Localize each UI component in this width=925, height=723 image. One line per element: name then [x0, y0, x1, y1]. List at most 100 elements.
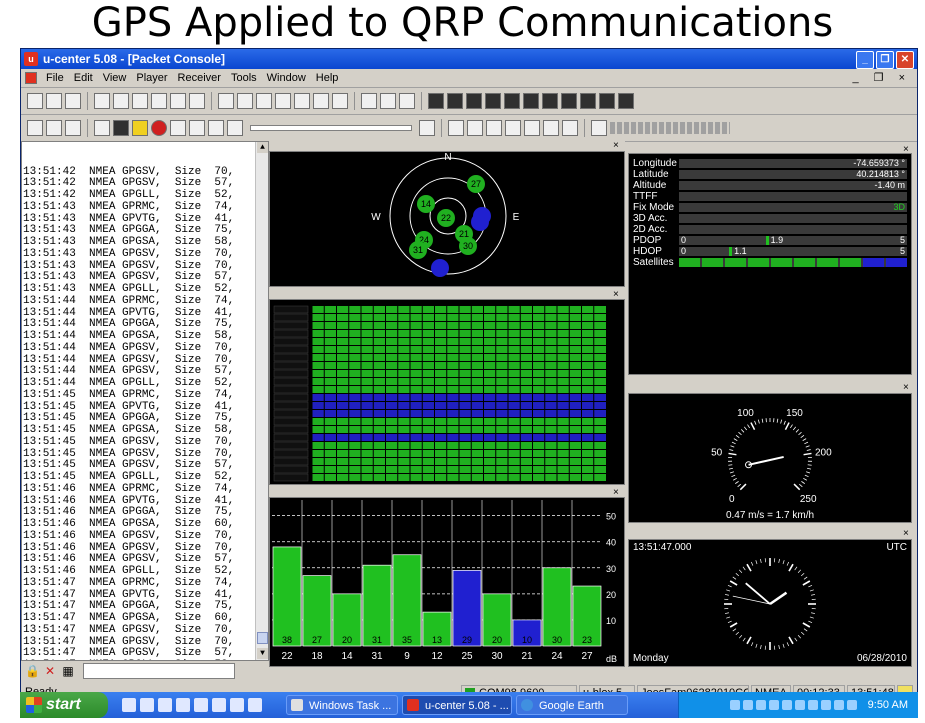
- reset-icon[interactable]: [505, 120, 521, 136]
- chart-icon[interactable]: [361, 93, 377, 109]
- document-icon[interactable]: [256, 93, 272, 109]
- playback-slider[interactable]: [250, 125, 412, 131]
- quicklaunch-icon[interactable]: [194, 698, 208, 712]
- histogram-icon[interactable]: [399, 93, 415, 109]
- document-icon[interactable]: [237, 93, 253, 109]
- menu-view[interactable]: View: [98, 69, 132, 87]
- rewind-icon[interactable]: [227, 120, 243, 136]
- scroll-up-icon[interactable]: ▲: [257, 142, 268, 153]
- start-button[interactable]: start: [20, 692, 108, 718]
- menu-help[interactable]: Help: [311, 69, 344, 87]
- stop-icon[interactable]: [113, 120, 129, 136]
- scroll-down-icon[interactable]: ▼: [257, 648, 268, 659]
- print-icon[interactable]: [94, 93, 110, 109]
- deviation-map-icon[interactable]: [466, 93, 482, 109]
- quicklaunch-icon[interactable]: [248, 698, 262, 712]
- menu-tools[interactable]: Tools: [226, 69, 262, 87]
- skyview-icon[interactable]: [447, 93, 463, 109]
- document-icon[interactable]: [218, 93, 234, 109]
- app-icon[interactable]: u: [24, 52, 38, 66]
- close-icon[interactable]: ×: [903, 529, 909, 539]
- minimize-button[interactable]: _: [856, 51, 874, 69]
- close-icon[interactable]: ×: [613, 141, 619, 151]
- restore-button[interactable]: ❐: [876, 51, 894, 69]
- console-scrollbar[interactable]: ▲ ▼: [255, 142, 268, 660]
- window-tile-icon[interactable]: [275, 93, 291, 109]
- window-titlebar[interactable]: u u-center 5.08 - [Packet Console] _ ❐ ✕: [21, 49, 917, 69]
- paste-icon[interactable]: [170, 93, 186, 109]
- save-icon[interactable]: [46, 93, 62, 109]
- quicklaunch-icon[interactable]: [230, 698, 244, 712]
- view-icon[interactable]: [332, 93, 348, 109]
- window-cascade-icon[interactable]: [294, 93, 310, 109]
- menu-edit[interactable]: Edit: [69, 69, 98, 87]
- scroll-thumb[interactable]: [257, 632, 268, 644]
- tray-icon[interactable]: [768, 700, 779, 710]
- filter-icon[interactable]: ▦: [61, 664, 75, 678]
- step-icon[interactable]: [170, 120, 186, 136]
- data-view-icon[interactable]: [618, 93, 634, 109]
- cold-start-icon[interactable]: [486, 120, 502, 136]
- print-preview-icon[interactable]: [113, 93, 129, 109]
- console-filter-input[interactable]: [83, 663, 235, 679]
- tray-icon[interactable]: [729, 700, 740, 710]
- quicklaunch-icon[interactable]: [176, 698, 190, 712]
- list-icon[interactable]: [542, 93, 558, 109]
- copy-icon[interactable]: [151, 93, 167, 109]
- open-icon[interactable]: [65, 93, 81, 109]
- taskbar-item[interactable]: Windows Task ...: [286, 695, 398, 715]
- warm-start-icon[interactable]: [467, 120, 483, 136]
- quicklaunch-icon[interactable]: [212, 698, 226, 712]
- doc-icon[interactable]: [25, 72, 37, 84]
- sum-icon[interactable]: [313, 93, 329, 109]
- tray-icon[interactable]: [794, 700, 805, 710]
- lock-icon[interactable]: 🔒: [25, 664, 40, 678]
- tray-icon[interactable]: [807, 700, 818, 710]
- pause-icon[interactable]: [132, 120, 148, 136]
- taskbar-item[interactable]: Google Earth: [516, 695, 628, 715]
- mdi-controls[interactable]: _ ❐ ×: [852, 69, 911, 87]
- satellite-icon[interactable]: [523, 93, 539, 109]
- menu-window[interactable]: Window: [262, 69, 311, 87]
- packet-console-icon[interactable]: [428, 93, 444, 109]
- gear-icon[interactable]: [543, 120, 559, 136]
- browser-icon[interactable]: [122, 698, 136, 712]
- table-icon[interactable]: [504, 93, 520, 109]
- quicklaunch-icon[interactable]: [140, 698, 154, 712]
- level-icon[interactable]: [485, 93, 501, 109]
- fast-forward-icon[interactable]: [208, 120, 224, 136]
- autobaud-icon[interactable]: [65, 120, 81, 136]
- messages-icon[interactable]: [591, 120, 607, 136]
- clock-icon[interactable]: [580, 93, 596, 109]
- end-icon[interactable]: [419, 120, 435, 136]
- record-icon[interactable]: [151, 120, 167, 136]
- menu-player[interactable]: Player: [131, 69, 172, 87]
- quicklaunch-icon[interactable]: [158, 698, 172, 712]
- tray-icon[interactable]: [781, 700, 792, 710]
- menu-receiver[interactable]: Receiver: [173, 69, 226, 87]
- close-button[interactable]: ✕: [896, 51, 914, 69]
- tray-icon[interactable]: [833, 700, 844, 710]
- graph-icon[interactable]: [380, 93, 396, 109]
- baudrate-icon[interactable]: [46, 120, 62, 136]
- cut-icon[interactable]: [132, 93, 148, 109]
- speed-icon[interactable]: [599, 93, 615, 109]
- play-icon[interactable]: [189, 120, 205, 136]
- packet-console[interactable]: 13:51:42 NMEA GPGSV, Size 70, 13:51:42 NM…: [21, 141, 269, 661]
- clear-icon[interactable]: [189, 93, 205, 109]
- clear-console-icon[interactable]: ✕: [43, 664, 57, 678]
- eject-icon[interactable]: [94, 120, 110, 136]
- tray-icon[interactable]: [742, 700, 753, 710]
- tray-clock[interactable]: 9:50 AM: [868, 699, 908, 711]
- gear-icon[interactable]: [562, 120, 578, 136]
- taskbar-item[interactable]: u-center 5.08 - ...: [402, 695, 512, 715]
- menu-file[interactable]: File: [41, 69, 69, 87]
- tray-icon[interactable]: [846, 700, 857, 710]
- tray-icon[interactable]: [755, 700, 766, 710]
- close-icon[interactable]: ×: [903, 383, 909, 393]
- tray-icon[interactable]: [820, 700, 831, 710]
- gear-icon[interactable]: [524, 120, 540, 136]
- compass-icon[interactable]: [561, 93, 577, 109]
- hot-start-icon[interactable]: [448, 120, 464, 136]
- connect-icon[interactable]: [27, 120, 43, 136]
